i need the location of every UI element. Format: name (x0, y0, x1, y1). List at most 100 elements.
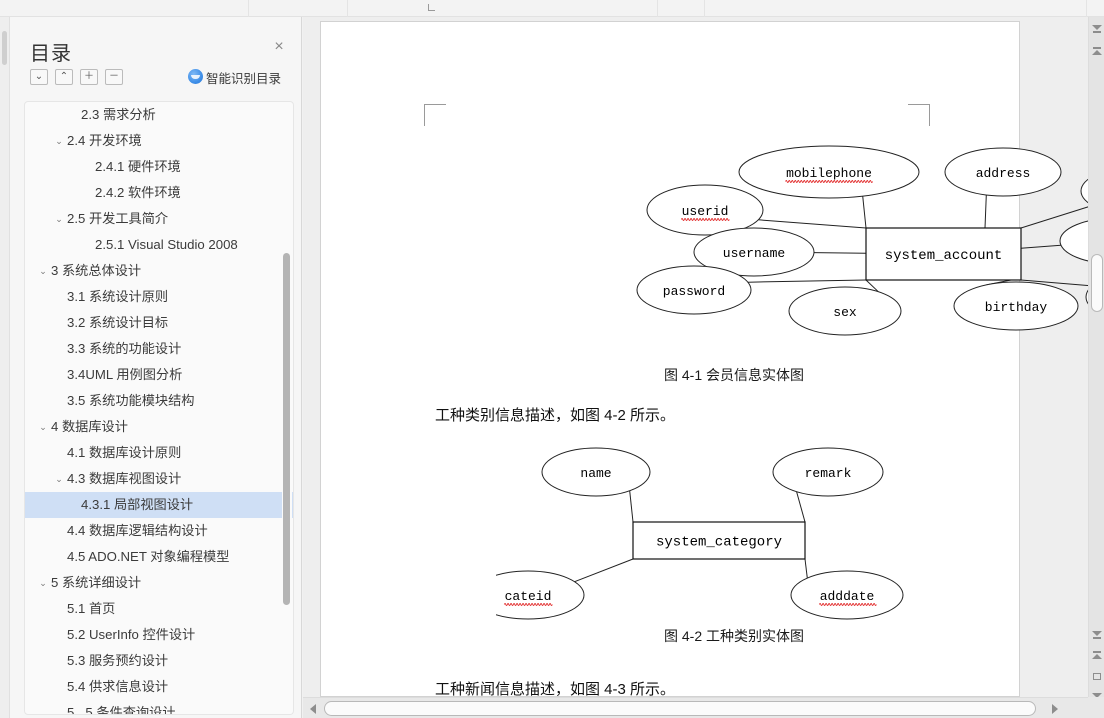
toc-item[interactable]: ⌄ 2.4 开发环境 (25, 128, 293, 154)
toc-item-label: 2.4 开发环境 (67, 133, 142, 148)
toc-item[interactable]: 3.4UML 用例图分析 (25, 362, 293, 388)
toc-item-label: 2.3 需求分析 (81, 107, 156, 122)
er-attribute-label: password (663, 284, 725, 299)
er-connector (813, 252, 867, 254)
er-diagram-svg: system_accountmobilephoneaddressemailuse… (636, 145, 1104, 336)
toc-item[interactable]: 3.5 系统功能模块结构 (25, 388, 293, 414)
toc-item-label: 3.3 系统的功能设计 (67, 341, 182, 356)
chevron-down-icon[interactable]: ⌄ (53, 206, 65, 232)
er-attribute-label: adddate (820, 589, 875, 604)
toc-item[interactable]: ⌄ 4 数据库设计 (25, 414, 293, 440)
toc-item[interactable]: 4.1 数据库设计原则 (25, 440, 293, 466)
scroll-down-page-icon[interactable] (1092, 23, 1102, 33)
smart-toc-button[interactable]: 智能识别目录 (206, 68, 281, 87)
chevron-down-icon[interactable]: ⌄ (37, 258, 49, 284)
ribbon-divider (657, 0, 658, 17)
page-view-icon[interactable] (1092, 671, 1102, 681)
ribbon-divider (1086, 0, 1087, 17)
collapse-next-icon[interactable]: ⌄ (30, 69, 48, 85)
prev-page-icon[interactable] (1092, 629, 1102, 639)
toc-item[interactable]: 5 . 5 条件查询设计 (25, 700, 293, 715)
er-diagram-svg: system_category name remark cateid adddate (471, 447, 904, 620)
document-page: system_accountmobilephoneaddressemailuse… (320, 21, 1104, 698)
document-viewport[interactable]: system_accountmobilephoneaddressemailuse… (303, 17, 1104, 718)
er-entity-label: system_category (656, 535, 782, 551)
er-connector (984, 194, 987, 229)
toc-item[interactable]: 5.4 供求信息设计 (25, 674, 293, 700)
toc-item-label: 4.5 ADO.NET 对象编程模型 (67, 549, 230, 564)
toc-item[interactable]: 2.5.1 Visual Studio 2008 (25, 232, 293, 258)
body-paragraph-1: 工种类别信息描述，如图 4-2 所示。 (435, 407, 676, 424)
toc-item-label: 5 . 5 条件查询设计 (67, 705, 176, 715)
toc-item-label: 5.3 服务预约设计 (67, 653, 169, 668)
toc-item[interactable]: 4.5 ADO.NET 对象编程模型 (25, 544, 293, 570)
toc-item[interactable]: ⌄ 2.5 开发工具简介 (25, 206, 293, 232)
toc-header: 目录 × (10, 17, 302, 65)
er-connector (1020, 244, 1061, 249)
toc-item-label: 3.5 系统功能模块结构 (67, 393, 195, 408)
er-connector (747, 279, 867, 283)
chevron-down-icon[interactable]: ⌄ (37, 570, 49, 596)
toc-item-label: 4.1 数据库设计原则 (67, 445, 182, 460)
toc-panel-title: 目录 (30, 43, 72, 65)
toc-item[interactable]: ⌄ 4.3 数据库视图设计 (25, 466, 293, 492)
next-page-icon[interactable] (1092, 651, 1102, 661)
toc-item[interactable]: ⌄ 3 系统总体设计 (25, 258, 293, 284)
toc-item-label: 5 系统详细设计 (51, 575, 142, 590)
er-connector (862, 196, 867, 229)
chevron-down-icon[interactable]: ⌄ (37, 414, 49, 440)
expand-all-icon[interactable]: ＋ (80, 69, 98, 85)
horizontal-scrollbar-thumb[interactable] (324, 701, 1036, 716)
toc-item[interactable]: 4.3.1 局部视图设计 (25, 492, 293, 518)
figure-caption-2: 图 4-2 工种类别实体图 (664, 628, 805, 644)
er-attribute-label: sex (833, 305, 857, 320)
toc-item[interactable]: ⌄ 5 系统详细设计 (25, 570, 293, 596)
er-entity-label: system_account (885, 248, 1003, 264)
toc-item-label: 4.3.1 局部视图设计 (81, 497, 194, 512)
toc-item[interactable]: 3.3 系统的功能设计 (25, 336, 293, 362)
toc-item[interactable]: 5.1 首页 (25, 596, 293, 622)
horizontal-scrollbar[interactable] (303, 697, 1088, 718)
er-connector (629, 490, 634, 523)
chevron-down-icon[interactable]: ⌄ (53, 128, 65, 154)
toc-sidebar: 目录 × ⌄ ⌃ ＋ － 智能识别目录 2.3 需求分析 ⌄ 2.4 开发环境 2.4… (10, 17, 302, 718)
collapse-prev-icon[interactable]: ⌃ (55, 69, 73, 85)
er-connector (758, 219, 867, 229)
toc-item[interactable]: 2.3 需求分析 (25, 102, 293, 128)
close-icon[interactable]: × (270, 38, 288, 56)
er-attribute-label: remark (805, 466, 852, 481)
er-attribute-label: userid (682, 204, 729, 219)
toc-item[interactable]: 3.2 系统设计目标 (25, 310, 293, 336)
panel-resize-handle[interactable] (2, 31, 7, 65)
ribbon-divider (704, 0, 705, 17)
vertical-scrollbar[interactable] (1088, 17, 1104, 701)
top-ribbon-strip (0, 0, 1104, 17)
er-attribute-label: address (976, 166, 1031, 181)
er-attribute-label: cateid (505, 589, 552, 604)
toc-item[interactable]: 4.4 数据库逻辑结构设计 (25, 518, 293, 544)
page-corner-mark-icon (428, 4, 435, 11)
er-diagram-system-account: system_accountmobilephoneaddressemailuse… (441, 117, 1104, 352)
chevron-down-icon[interactable]: ⌄ (53, 466, 65, 492)
toc-item[interactable]: 3.1 系统设计原则 (25, 284, 293, 310)
toc-item[interactable]: 2.4.2 软件环境 (25, 180, 293, 206)
er-connector (804, 558, 808, 579)
collapse-all-icon[interactable]: － (105, 69, 123, 85)
vertical-scrollbar-thumb[interactable] (1091, 254, 1103, 312)
toc-scrollbar-thumb[interactable] (283, 253, 290, 605)
er-diagram-system-category: system_category name remark cateid adddate (471, 427, 916, 632)
toc-item[interactable]: 5.3 服务预约设计 (25, 648, 293, 674)
toc-item-label: 3.4UML 用例图分析 (67, 367, 183, 382)
toc-item-label: 2.5.1 Visual Studio 2008 (95, 237, 238, 252)
er-attribute-label: username (723, 246, 785, 261)
scroll-left-icon[interactable] (310, 704, 316, 714)
toc-item[interactable]: 5.2 UserInfo 控件设计 (25, 622, 293, 648)
scroll-right-icon[interactable] (1052, 704, 1058, 714)
toc-item-label: 3.1 系统设计原则 (67, 289, 169, 304)
ribbon-divider (347, 0, 348, 17)
toc-scrollbar-track[interactable] (282, 103, 292, 714)
toc-item[interactable]: 2.4.1 硬件环境 (25, 154, 293, 180)
er-attribute-label: mobilephone (786, 166, 872, 181)
scroll-up-page-icon[interactable] (1092, 47, 1102, 57)
er-attribute-label: birthday (985, 300, 1048, 315)
